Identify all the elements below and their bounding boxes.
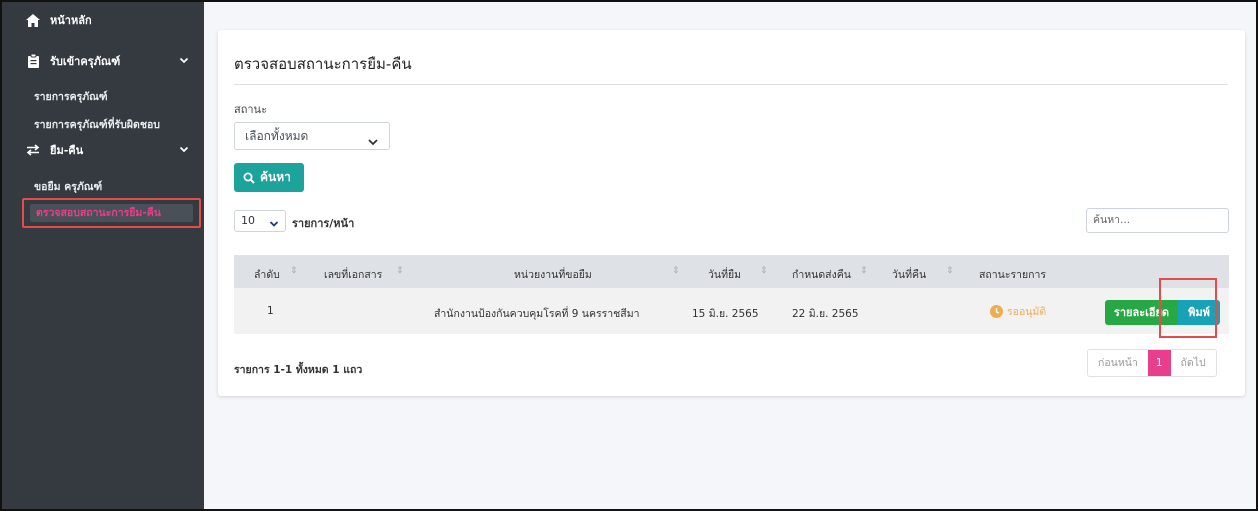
divider — [234, 84, 1228, 85]
sidebar-item-home[interactable]: หน้าหลัก — [2, 8, 204, 32]
pagination-prev[interactable]: ก่อนหน้า — [1088, 350, 1148, 376]
content-card: ตรวจสอบสถานะการยืม-คืน สถานะ เลือกทั้งหม… — [218, 30, 1245, 396]
column-header-agency[interactable]: หน่วยงานที่ขอยืม — [514, 266, 592, 283]
cell-due-date: 22 มิ.ย. 2565 — [792, 308, 859, 320]
cell-no: 1 — [267, 305, 274, 317]
sidebar-item-borrow-return[interactable]: ยืม-คืน — [2, 138, 204, 162]
page-length-value: 10 — [241, 214, 255, 227]
exchange-icon — [26, 143, 40, 157]
chevron-down-icon — [269, 216, 279, 227]
chevron-down-icon — [178, 54, 190, 66]
search-icon — [243, 172, 255, 184]
chevron-down-icon — [367, 131, 379, 146]
status-filter-label: สถานะ — [234, 103, 267, 116]
cell-agency: สำนักงานป้องกันควบคุมโรคที่ 9 นครราชสีมา — [434, 308, 640, 320]
cell-borrow-date: 15 มิ.ย. 2565 — [692, 308, 759, 320]
table-header: ลำดับ ⇕ เลขที่เอกสาร ⇕ หน่วยงานที่ขอยืม … — [234, 255, 1229, 288]
sidebar-active-highlight: ตรวจสอบสถานะการยืม-คืน — [22, 198, 201, 228]
chevron-down-icon — [178, 143, 190, 155]
pagination-current-page[interactable]: 1 — [1147, 350, 1171, 376]
sidebar: หน้าหลัก รับเข้าครุภัณฑ์ รายการครุภัณฑ์ … — [2, 2, 204, 509]
sort-icon[interactable]: ⇕ — [760, 266, 768, 276]
search-button-label: ค้นหา — [260, 170, 291, 184]
sort-icon[interactable]: ⇕ — [396, 266, 404, 276]
column-header-return-date[interactable]: วันที่คืน — [892, 266, 926, 283]
sort-icon[interactable]: ⇕ — [860, 266, 868, 276]
page-length-select[interactable]: 10 — [234, 210, 286, 232]
search-button[interactable]: ค้นหา — [234, 163, 304, 192]
sidebar-subitem-equipment-list[interactable]: รายการครุภัณฑ์ — [34, 88, 108, 105]
table-row: 1 สำนักงานป้องกันควบคุมโรคที่ 9 นครราชสี… — [234, 288, 1229, 334]
sidebar-item-label: หน้าหลัก — [50, 14, 92, 27]
sort-icon[interactable]: ⇕ — [290, 266, 298, 276]
pagination-next[interactable]: ถัดไป — [1170, 350, 1216, 376]
sidebar-item-receive[interactable]: รับเข้าครุภัณฑ์ — [2, 49, 204, 73]
column-header-status: สถานะรายการ — [979, 269, 1047, 281]
print-button-highlight — [1159, 278, 1217, 338]
home-icon — [26, 13, 40, 27]
sidebar-subitem-responsible-equipment[interactable]: รายการครุภัณฑ์ที่รับผิดชอบ — [34, 116, 160, 133]
sidebar-subitem-borrow-request[interactable]: ขอยืม ครุภัณฑ์ — [34, 178, 102, 195]
sort-icon[interactable]: ⇕ — [946, 266, 954, 276]
column-header-doc-no[interactable]: เลขที่เอกสาร — [324, 266, 382, 283]
status-select[interactable]: เลือกทั้งหมด — [234, 122, 390, 150]
column-header-borrow-date[interactable]: วันที่ยืม — [708, 266, 741, 283]
search-input[interactable]: ค้นหา... — [1086, 208, 1229, 233]
sidebar-item-label: รับเข้าครุภัณฑ์ — [50, 55, 121, 68]
clipboard-icon — [26, 54, 40, 68]
sidebar-subitem-check-status[interactable]: ตรวจสอบสถานะการยืม-คืน — [30, 204, 193, 222]
status-text: รออนุมัติ — [1007, 306, 1047, 318]
sort-icon[interactable]: ⇕ — [672, 266, 680, 276]
status-select-value: เลือกทั้งหมด — [245, 129, 309, 143]
sidebar-item-label: ยืม-คืน — [50, 144, 84, 157]
page-length-label: รายการ/หน้า — [292, 217, 355, 230]
page-title: ตรวจสอบสถานะการยืม-คืน — [234, 55, 412, 73]
column-header-due-date[interactable]: กำหนดส่งคืน — [792, 266, 851, 283]
clock-icon — [990, 305, 1003, 318]
pagination: ก่อนหน้า 1 ถัดไป — [1087, 349, 1217, 377]
table-summary: รายการ 1-1 ทั้งหมด 1 แถว — [234, 364, 363, 376]
status-badge: รออนุมัติ — [990, 303, 1046, 320]
column-header-no[interactable]: ลำดับ — [254, 266, 280, 283]
